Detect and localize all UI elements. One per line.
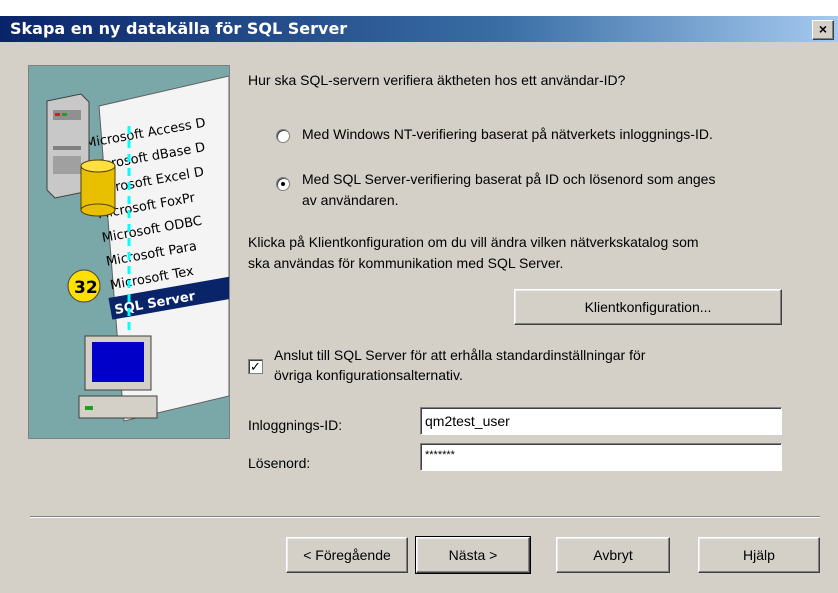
radio-selected-dot (281, 182, 285, 186)
window-title: Skapa en ny datakälla för SQL Server (10, 19, 348, 38)
client-info-text-line1: Klicka på Klientkonfiguration om du vill… (248, 234, 699, 250)
password-input[interactable]: ******* (420, 443, 782, 471)
login-id-label: Inloggnings-ID: (248, 417, 343, 433)
radio-windows-auth[interactable] (276, 129, 290, 143)
connect-checkbox[interactable]: ✓ (248, 359, 263, 374)
badge-32: 32 (67, 269, 101, 303)
connect-checkbox-label-line1[interactable]: Anslut till SQL Server för att erhålla s… (274, 347, 645, 363)
connect-checkbox-label-line2[interactable]: övriga konfigurationsalternativ. (274, 367, 463, 383)
auth-question: Hur ska SQL-servern verifiera äktheten h… (248, 72, 626, 88)
help-button[interactable]: Hjälp (698, 537, 820, 573)
radio-sql-auth[interactable] (276, 177, 290, 191)
password-label: Lösenord: (248, 455, 311, 471)
client-config-button[interactable]: Klientkonfiguration... (514, 289, 782, 325)
close-button[interactable]: × (812, 20, 834, 40)
cancel-button[interactable]: Avbryt (556, 537, 670, 573)
next-button[interactable]: Nästa > (415, 536, 531, 574)
radio-sql-auth-label-line2[interactable]: av användaren. (302, 192, 399, 208)
wizard-illustration-graphic: Microsoft Access D Microsoft dBase D Mic… (29, 66, 229, 438)
database-icon (80, 159, 116, 217)
back-button[interactable]: < Föregående (286, 537, 408, 573)
login-id-input[interactable]: qm2test_user (420, 407, 782, 435)
wizard-illustration: Microsoft Access D Microsoft dBase D Mic… (28, 65, 230, 439)
client-info-text-line2: ska användas för kommunikation med SQL S… (248, 255, 564, 271)
radio-sql-auth-label-line1[interactable]: Med SQL Server-verifiering baserat på ID… (302, 171, 715, 187)
title-bar: Skapa en ny datakälla för SQL Server × (0, 0, 838, 42)
svg-text:32: 32 (74, 278, 98, 298)
computer-icon (78, 335, 158, 419)
separator-line (30, 516, 820, 518)
radio-windows-auth-label[interactable]: Med Windows NT-verifiering baserat på nä… (302, 126, 713, 142)
